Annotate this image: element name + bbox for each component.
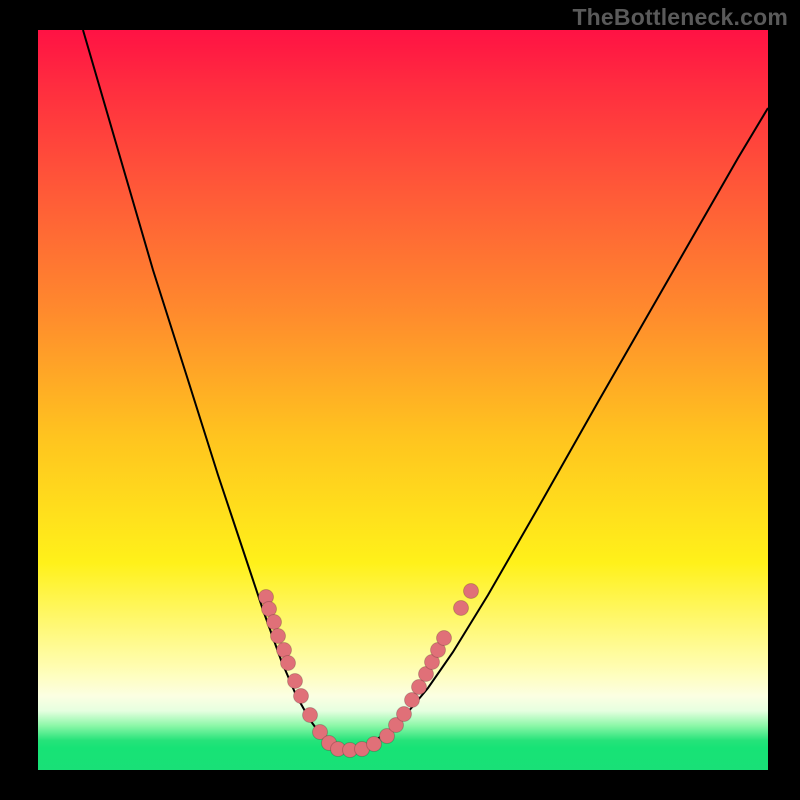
bead-marker: [464, 584, 479, 599]
bead-marker: [454, 601, 469, 616]
curve-beads: [259, 584, 479, 758]
chart-frame: TheBottleneck.com: [0, 0, 800, 800]
plot-area: [38, 30, 768, 770]
curve-svg: [38, 30, 768, 770]
bottleneck-curve: [83, 30, 768, 750]
watermark-text: TheBottleneck.com: [572, 4, 788, 31]
bead-marker: [397, 707, 412, 722]
bead-marker: [288, 674, 303, 689]
bead-marker: [294, 689, 309, 704]
bead-marker: [281, 656, 296, 671]
bead-marker: [437, 631, 452, 646]
bead-marker: [271, 629, 286, 644]
bead-marker: [267, 615, 282, 630]
bead-marker: [303, 708, 318, 723]
bead-marker: [367, 737, 382, 752]
